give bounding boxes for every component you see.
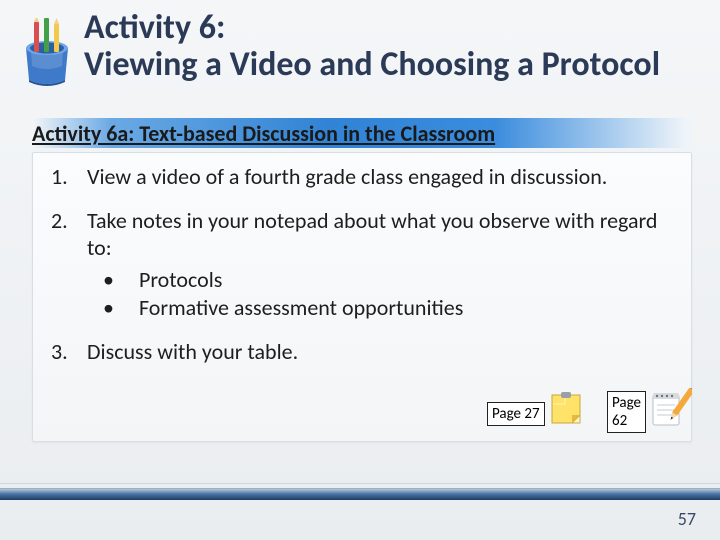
list-item-text: Discuss with your table. [87,338,298,365]
sub-list: Protocols Formative assessment opportuni… [87,266,677,322]
page-ref-1: Page 27 [487,392,587,435]
slide-number: 57 [678,508,696,530]
footer-bar [0,488,720,500]
footer-divider [0,483,720,484]
sticky-note-icon [549,392,587,435]
page-ref-2: Page 62 [607,388,692,435]
instruction-list: View a video of a fourth grade class eng… [39,163,677,365]
page-ref-label: Page 62 [607,391,646,433]
title-line-2: Viewing a Video and Choosing a Protocol [84,44,660,85]
sub-list-item: Protocols [87,266,677,294]
list-item: View a video of a fourth grade class eng… [39,163,677,191]
subtitle-text: Activity 6a: Text-based Discussion in th… [32,118,692,147]
page-ref-label: Page 27 [487,402,545,426]
subtitle-bar: Activity 6a: Text-based Discussion in th… [32,118,692,147]
title-line-1: Activity 6: [84,7,225,48]
slide-header: Activity 6: Viewing a Video and Choosing… [18,10,660,93]
content-box: View a video of a fourth grade class eng… [32,152,692,442]
sub-list-item-text: Protocols [139,266,222,293]
slide: Activity 6: Viewing a Video and Choosing… [0,0,720,540]
sub-list-item-text: Formative assessment opportunities [139,294,463,321]
notepad-pencil-icon [650,388,692,435]
sub-list-item: Formative assessment opportunities [87,294,677,322]
pencil-cup-icon [18,18,76,93]
slide-title: Activity 6: Viewing a Video and Choosing… [84,10,660,83]
list-item-text: View a video of a fourth grade class eng… [87,163,607,190]
list-item: Take notes in your notepad about what yo… [39,207,677,322]
list-item: Discuss with your table. [39,338,677,366]
list-item-text: Take notes in your notepad about what yo… [87,207,657,262]
